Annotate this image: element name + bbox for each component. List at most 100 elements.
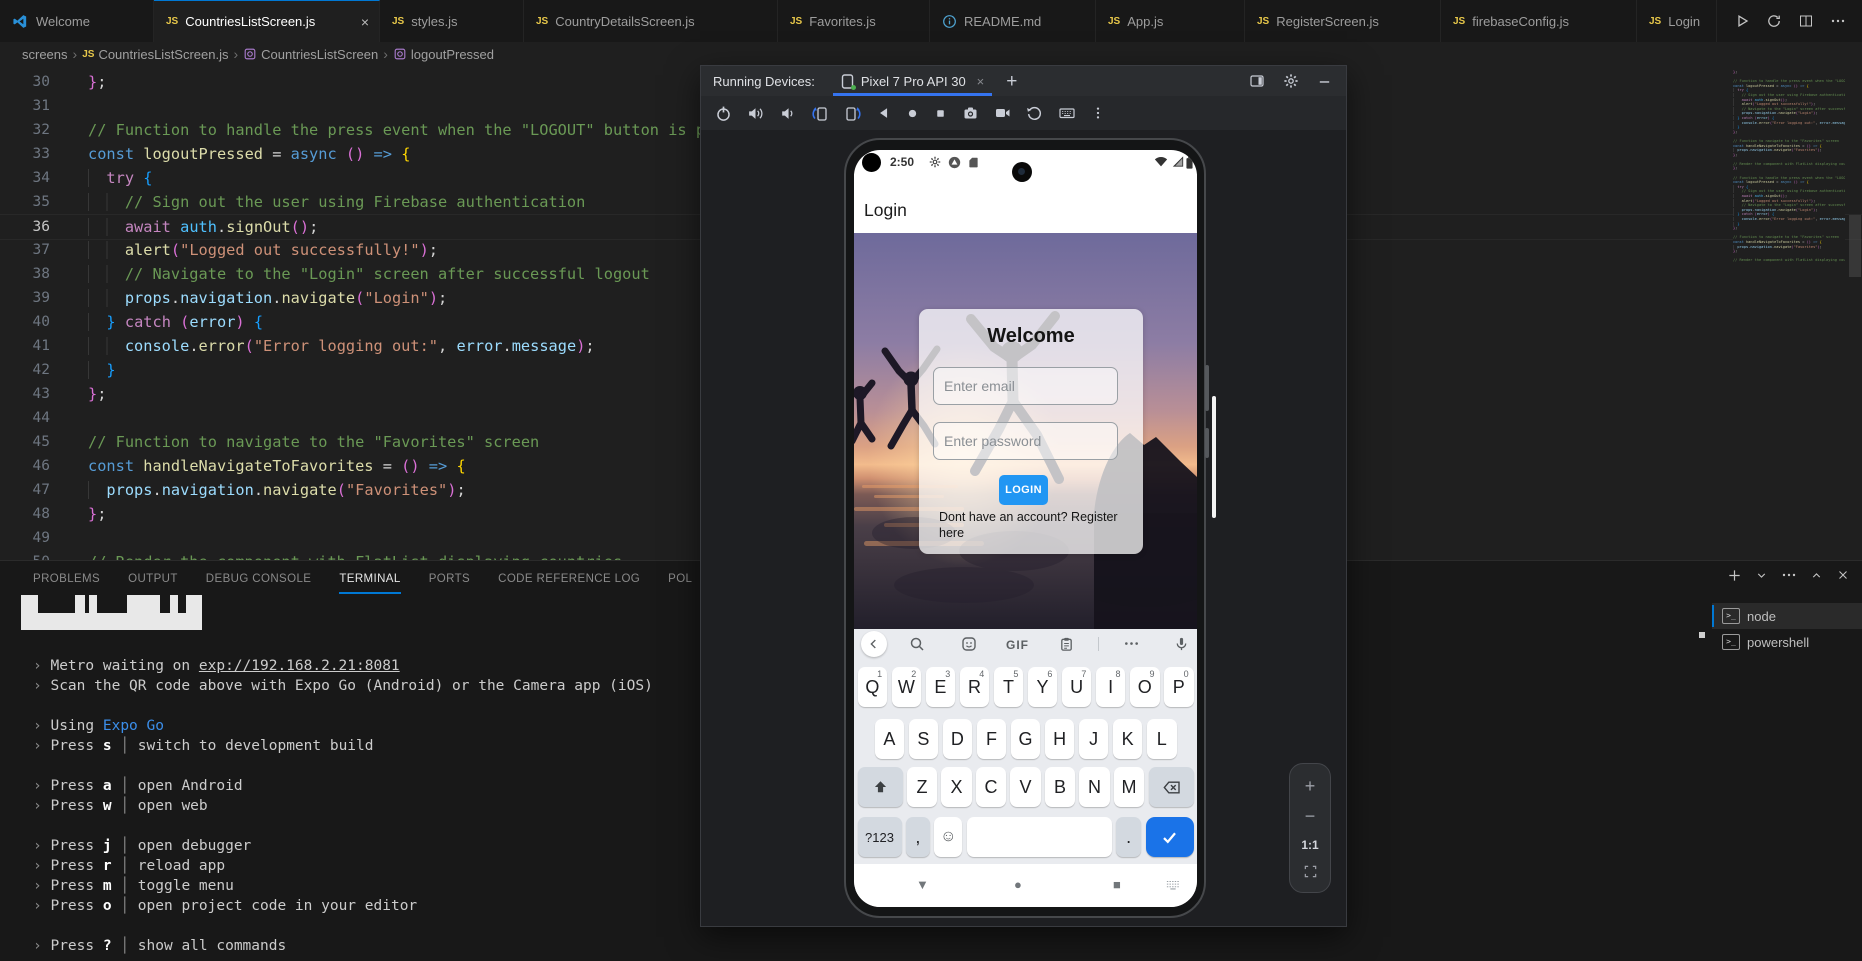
actual-size-button[interactable]: 1:1 xyxy=(1301,838,1318,852)
editor-tab-app-js[interactable]: JS App.js xyxy=(1096,0,1245,42)
key-c[interactable]: C xyxy=(975,767,1007,807)
editor-tab-styles-js[interactable]: JS styles.js xyxy=(380,0,524,42)
nav-home-icon[interactable]: ● xyxy=(1014,878,1022,891)
key-o[interactable]: 9O xyxy=(1129,667,1160,707)
login-button[interactable]: LOGIN xyxy=(999,475,1048,505)
chevron-up-button[interactable] xyxy=(1810,569,1823,582)
nav-overview-icon[interactable]: ■ xyxy=(1113,878,1121,891)
keyboard-back-button[interactable] xyxy=(861,631,887,657)
device-tab-pixel-7-pro[interactable]: Pixel 7 Pro API 30 × xyxy=(832,66,993,96)
panel-tab-terminal[interactable]: TERMINAL xyxy=(339,564,401,594)
key-q[interactable]: 1Q xyxy=(857,667,888,707)
keyboard-more-icon[interactable] xyxy=(1124,641,1139,646)
key-l[interactable]: L xyxy=(1146,719,1177,759)
overview-button[interactable] xyxy=(934,107,947,120)
emoji-key[interactable]: ☺ xyxy=(934,817,963,857)
comma-key[interactable]: , xyxy=(905,817,930,857)
key-j[interactable]: J xyxy=(1078,719,1109,759)
panel-right-button[interactable] xyxy=(1249,73,1265,89)
breadcrumb-item-screens[interactable]: screens xyxy=(22,47,68,62)
panel-drag-handle[interactable] xyxy=(1699,632,1705,638)
gear-button[interactable] xyxy=(1283,73,1299,89)
back-button[interactable] xyxy=(877,106,891,120)
key-g[interactable]: G xyxy=(1010,719,1041,759)
password-field[interactable] xyxy=(933,422,1118,460)
minimap[interactable]: }; // Function to handle the press event… xyxy=(1733,66,1845,560)
terminal-item-powershell[interactable]: >_ powershell xyxy=(1712,629,1862,655)
editor-tab-registerscreen-js[interactable]: JS RegisterScreen.js xyxy=(1245,0,1441,42)
keyboard-search-icon[interactable] xyxy=(909,636,925,652)
breadcrumb-item-countrieslistscreen[interactable]: CountriesListScreen xyxy=(243,47,378,62)
zoom-in-button[interactable]: + xyxy=(1305,777,1316,795)
key-f[interactable]: F xyxy=(976,719,1007,759)
editor-scrollbar[interactable] xyxy=(1848,66,1862,560)
minimize-button[interactable] xyxy=(1317,74,1332,89)
more-horizontal-button[interactable] xyxy=(1781,567,1797,583)
camera-button[interactable] xyxy=(962,105,979,121)
key-t[interactable]: 5T xyxy=(993,667,1024,707)
key-w[interactable]: 2W xyxy=(891,667,922,707)
fit-screen-button[interactable] xyxy=(1303,864,1318,879)
key-a[interactable]: A xyxy=(874,719,905,759)
editor-tab-login[interactable]: JS Login xyxy=(1637,0,1717,42)
key-s[interactable]: S xyxy=(908,719,939,759)
snapshot-button[interactable] xyxy=(1026,105,1043,122)
period-key[interactable]: . xyxy=(1116,817,1142,857)
chevron-down-button[interactable] xyxy=(1755,569,1768,582)
breadcrumb-item-countrieslistscreen-js[interactable]: JS CountriesListScreen.js xyxy=(82,47,228,62)
key-v[interactable]: V xyxy=(1010,767,1041,807)
register-link[interactable]: Dont have an account? Register here xyxy=(939,509,1139,541)
refresh-button[interactable] xyxy=(1766,13,1782,29)
key-k[interactable]: K xyxy=(1112,719,1143,759)
key-r[interactable]: 4R xyxy=(959,667,990,707)
close-button[interactable] xyxy=(1836,568,1850,582)
keyboard-gif-button[interactable]: GIF xyxy=(1006,638,1029,652)
nav-keyboard-icon[interactable] xyxy=(1166,880,1180,890)
terminal-output[interactable]: › Metro waiting on exp://192.168.2.21:80… xyxy=(33,656,653,956)
key-y[interactable]: 6Y xyxy=(1027,667,1058,707)
volume-down-button[interactable] xyxy=(779,105,796,122)
key-z[interactable]: Z xyxy=(906,767,938,807)
key-x[interactable]: X xyxy=(941,767,972,807)
key-d[interactable]: D xyxy=(942,719,973,759)
panel-tab-ports[interactable]: PORTS xyxy=(429,564,470,594)
editor-tab-firebaseconfig-js[interactable]: JS firebaseConfig.js xyxy=(1441,0,1637,42)
plus-button[interactable] xyxy=(1727,568,1742,583)
symbols-key[interactable]: ?123 xyxy=(857,817,902,857)
breadcrumb-item-logoutpressed[interactable]: logoutPressed xyxy=(393,47,494,62)
editor-tab-readme-md[interactable]: README.md xyxy=(930,0,1096,42)
panel-tab-debug-console[interactable]: DEBUG CONSOLE xyxy=(206,564,312,594)
key-p[interactable]: 0P xyxy=(1163,667,1194,707)
keyboard-clipboard-icon[interactable] xyxy=(1059,636,1074,652)
backspace-key[interactable] xyxy=(1148,767,1194,807)
device-screen[interactable]: 2:50 Login Welcome Enter email Enter pas… xyxy=(854,150,1197,907)
enter-key[interactable] xyxy=(1145,817,1194,857)
key-i[interactable]: 8I xyxy=(1095,667,1126,707)
more-vertical-button[interactable] xyxy=(1091,105,1105,121)
key-e[interactable]: 3E xyxy=(925,667,956,707)
editor-tab-countrieslistscreen-js[interactable]: JS CountriesListScreen.js × xyxy=(154,0,380,42)
zoom-out-button[interactable]: − xyxy=(1305,807,1316,825)
running-devices-titlebar[interactable]: Running Devices: Pixel 7 Pro API 30 × + xyxy=(701,66,1346,96)
panel-tab-code-reference-log[interactable]: CODE REFERENCE LOG xyxy=(498,564,640,594)
panel-tab-problems[interactable]: PROBLEMS xyxy=(33,564,100,594)
more-horizontal-button[interactable] xyxy=(1830,13,1846,29)
split-editor-button[interactable] xyxy=(1798,13,1814,29)
emulator-scrollbar[interactable] xyxy=(1212,396,1216,518)
add-device-button[interactable]: + xyxy=(1006,72,1017,91)
tab-close-icon[interactable]: × xyxy=(361,15,369,29)
key-n[interactable]: N xyxy=(1079,767,1110,807)
home-button[interactable] xyxy=(906,107,919,120)
scrollbar-thumb[interactable] xyxy=(1849,215,1861,277)
editor-tab-favorites-js[interactable]: JS Favorites.js xyxy=(778,0,930,42)
nav-back-icon[interactable]: ▼ xyxy=(916,878,929,891)
terminal-item-node[interactable]: >_ node xyxy=(1712,603,1862,629)
editor-tab-countrydetailsscreen-js[interactable]: JS CountryDetailsScreen.js xyxy=(524,0,778,42)
volume-up-button[interactable] xyxy=(747,105,764,122)
rotate-left-button[interactable] xyxy=(811,105,829,122)
run-button[interactable] xyxy=(1734,13,1750,29)
key-u[interactable]: 7U xyxy=(1061,667,1092,707)
panel-tab-output[interactable]: OUTPUT xyxy=(128,564,178,594)
key-h[interactable]: H xyxy=(1044,719,1075,759)
rotate-right-button[interactable] xyxy=(844,105,862,122)
